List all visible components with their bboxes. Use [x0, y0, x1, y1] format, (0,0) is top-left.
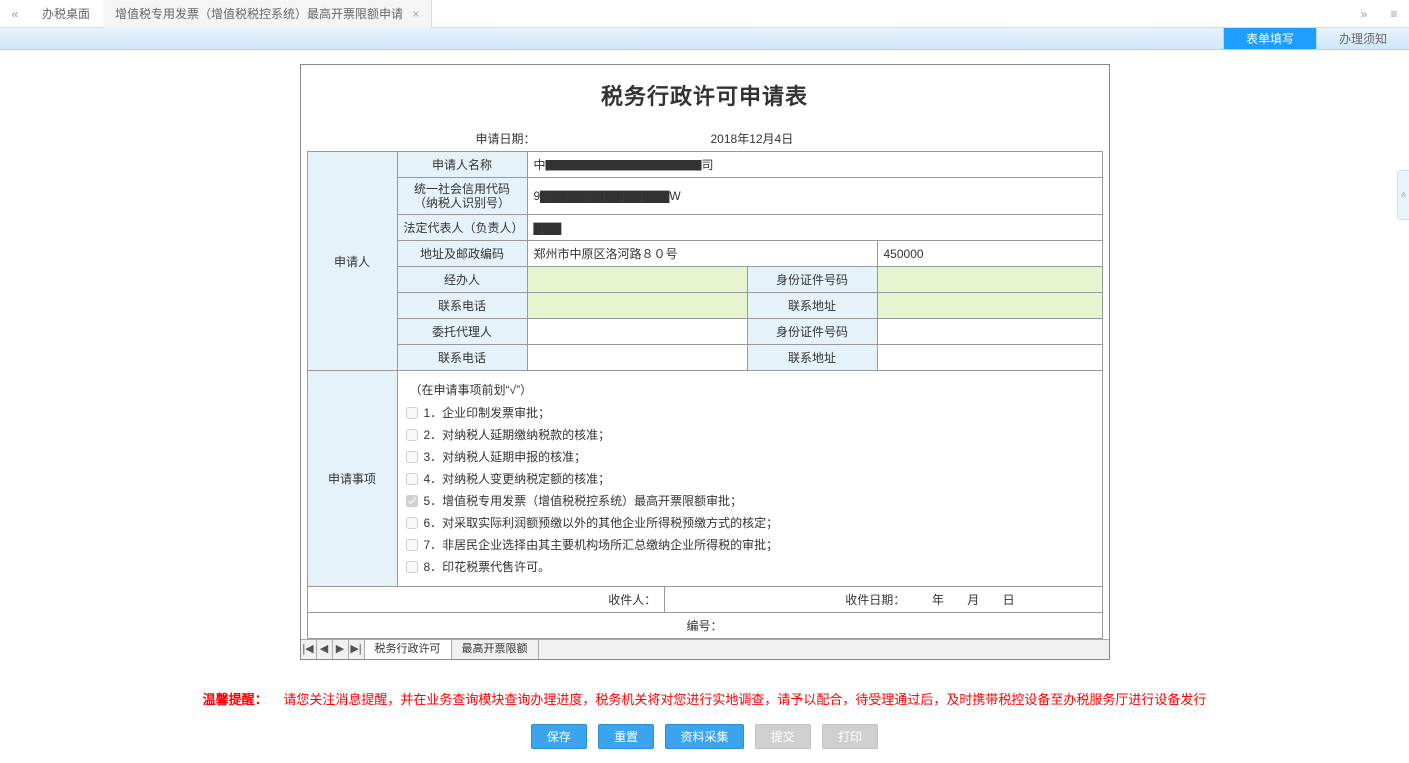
items-section-label: 申请事项	[307, 371, 397, 587]
warm-tip-text: 请您关注消息提醒，并在业务查询模块查询办理进度，税务机关将对您进行实地调查，请予…	[283, 692, 1206, 707]
sheet-tab-license[interactable]: 税务行政许可	[365, 640, 452, 659]
address-value[interactable]: 郑州市中原区洛河路８０号	[527, 241, 877, 267]
apply-item-checkbox[interactable]	[406, 495, 418, 507]
apply-item-label: 8．印花税票代售许可。	[424, 558, 551, 575]
apply-item-label: 3．对纳税人延期申报的核准；	[424, 448, 587, 465]
delegate-phone-label: 联系电话	[397, 345, 527, 371]
apply-item-label: 2．对纳税人延期缴纳税款的核准；	[424, 426, 611, 443]
apply-item-checkbox[interactable]	[406, 473, 418, 485]
legal-rep-label: 法定代表人（负责人）	[397, 215, 527, 241]
tab-label: 办税桌面	[42, 7, 90, 21]
print-button: 打印	[822, 724, 878, 749]
apply-item-row: 1．企业印制发票审批；	[406, 404, 1094, 421]
apply-item-checkbox[interactable]	[406, 517, 418, 529]
delegate-addr-value[interactable]	[877, 345, 1102, 371]
address-label: 地址及邮政编码	[397, 241, 527, 267]
apply-item-checkbox[interactable]	[406, 539, 418, 551]
legal-rep-value[interactable]: ▇▇▇	[527, 215, 1102, 241]
applicant-name-value[interactable]: 中▇▇▇▇▇▇▇▇▇▇▇▇▇司	[527, 152, 1102, 178]
warm-tip: 温馨提醒： 请您关注消息提醒，并在业务查询模块查询办理进度，税务机关将对您进行实…	[0, 689, 1409, 708]
sub-tab-bar: 表单填写 办理须知	[0, 28, 1409, 50]
close-icon[interactable]: ×	[412, 7, 419, 21]
apply-item-row: 4．对纳税人变更纳税定额的核准；	[406, 470, 1094, 487]
delegate-id-value[interactable]	[877, 319, 1102, 345]
collect-button[interactable]: 资料采集	[665, 724, 743, 749]
apply-item-row: 2．对纳税人延期缴纳税款的核准；	[406, 426, 1094, 443]
recv-year: 年	[932, 593, 944, 607]
agent-id-value[interactable]	[877, 267, 1102, 293]
tab-invoice-limit-apply[interactable]: 增值税专用发票（增值税税控系统）最高开票限额申请 ×	[103, 0, 432, 28]
agent-phone-value[interactable]	[527, 293, 747, 319]
applicant-name-label: 申请人名称	[397, 152, 527, 178]
sheet-nav-last[interactable]: ▶|	[349, 640, 365, 659]
agent-id-label: 身份证件号码	[747, 267, 877, 293]
items-hint: （在申请事项前划“√”）	[410, 381, 1094, 398]
delegate-id-label: 身份证件号码	[747, 319, 877, 345]
agent-addr-value[interactable]	[877, 293, 1102, 319]
serial-label: 编号：	[307, 613, 1102, 639]
credit-code-label: 统一社会信用代码（纳税人识别号）	[397, 178, 527, 215]
tabs-scroll-left[interactable]: «	[0, 7, 30, 21]
apply-item-checkbox[interactable]	[406, 407, 418, 419]
apply-item-checkbox[interactable]	[406, 561, 418, 573]
applicant-section-label: 申请人	[307, 152, 397, 371]
tab-label: 增值税专用发票（增值税税控系统）最高开票限额申请	[115, 7, 403, 21]
apply-item-label: 4．对纳税人变更纳税定额的核准；	[424, 470, 611, 487]
recv-month: 月	[967, 593, 979, 607]
apply-date-value: 2018年12月4日	[705, 125, 1103, 151]
delegate-phone-value[interactable]	[527, 345, 747, 371]
apply-date-label: 申请日期：	[307, 125, 705, 151]
agent-label: 经办人	[397, 267, 527, 293]
apply-item-label: 1．企业印制发票审批；	[424, 404, 551, 421]
apply-item-checkbox[interactable]	[406, 451, 418, 463]
sheet-nav-first[interactable]: |◀	[301, 640, 317, 659]
document-outer: 税务行政许可申请表 申请日期： 2018年12月4日 申请人 申请人名称 中▇▇…	[300, 64, 1110, 660]
recipient-label: 收件人：	[307, 587, 665, 613]
sheet-tab-bar: |◀ ◀ ▶ ▶| 税务行政许可 最高开票限额	[301, 639, 1109, 659]
recv-day: 日	[1003, 593, 1015, 607]
form-title: 税务行政许可申请表	[307, 71, 1103, 125]
apply-item-row: 5．增值税专用发票（增值税税控系统）最高开票限额审批；	[406, 492, 1094, 509]
agent-value[interactable]	[527, 267, 747, 293]
postcode-value[interactable]: 450000	[877, 241, 1102, 267]
tabs-menu-icon[interactable]: ≡	[1379, 7, 1409, 21]
agent-addr-label: 联系地址	[747, 293, 877, 319]
sheet-nav-next[interactable]: ▶	[333, 640, 349, 659]
reset-button[interactable]: 重置	[598, 724, 654, 749]
delegate-value[interactable]	[527, 319, 747, 345]
subtab-form-fill[interactable]: 表单填写	[1223, 28, 1316, 49]
apply-item-label: 6．对采取实际利润额预缴以外的其他企业所得税预缴方式的核定；	[424, 514, 779, 531]
apply-item-row: 6．对采取实际利润额预缴以外的其他企业所得税预缴方式的核定；	[406, 514, 1094, 531]
sheet-nav-prev[interactable]: ◀	[317, 640, 333, 659]
submit-button: 提交	[755, 724, 811, 749]
recv-date-label: 收件日期：	[845, 593, 905, 607]
tabs-scroll-right[interactable]: »	[1349, 7, 1379, 21]
tab-desktop[interactable]: 办税桌面	[30, 0, 103, 28]
apply-item-label: 7．非居民企业选择由其主要机构场所汇总缴纳企业所得税的审批；	[424, 536, 779, 553]
sheet-tab-max-limit[interactable]: 最高开票限额	[452, 640, 539, 659]
apply-item-checkbox[interactable]	[406, 429, 418, 441]
delegate-addr-label: 联系地址	[747, 345, 877, 371]
apply-item-label: 5．增值税专用发票（增值税税控系统）最高开票限额审批；	[424, 492, 743, 509]
items-cell: （在申请事项前划“√”） 1．企业印制发票审批； 2．对纳税人延期缴纳税款的核准；…	[397, 371, 1102, 587]
sheet-nav: |◀ ◀ ▶ ▶|	[301, 640, 365, 659]
apply-item-row: 3．对纳税人延期申报的核准；	[406, 448, 1094, 465]
button-row: 保存 重置 资料采集 提交 打印	[0, 718, 1409, 763]
apply-item-row: 8．印花税票代售许可。	[406, 558, 1094, 575]
agent-phone-label: 联系电话	[397, 293, 527, 319]
subtab-instructions[interactable]: 办理须知	[1316, 28, 1409, 49]
warm-tip-label: 温馨提醒：	[203, 692, 268, 707]
credit-code-value[interactable]: 9▇▇▇▇▇▇▇▇▇▇▇▇▇▇W	[527, 178, 1102, 215]
form-footer: 收件人： 收件日期： 年 月 日 编号：	[307, 587, 1103, 639]
top-tab-bar: « 办税桌面 增值税专用发票（增值税税控系统）最高开票限额申请 × » ≡	[0, 0, 1409, 28]
side-drawer-handle[interactable]: «	[1397, 170, 1409, 220]
apply-item-row: 7．非居民企业选择由其主要机构场所汇总缴纳企业所得税的审批；	[406, 536, 1094, 553]
recv-date-cell: 收件日期： 年 月 日	[665, 587, 1102, 613]
document-container: 税务行政许可申请表 申请日期： 2018年12月4日 申请人 申请人名称 中▇▇…	[0, 50, 1409, 664]
save-button[interactable]: 保存	[531, 724, 587, 749]
delegate-label: 委托代理人	[397, 319, 527, 345]
applicant-table: 申请人 申请人名称 中▇▇▇▇▇▇▇▇▇▇▇▇▇司 统一社会信用代码（纳税人识别…	[307, 151, 1103, 587]
